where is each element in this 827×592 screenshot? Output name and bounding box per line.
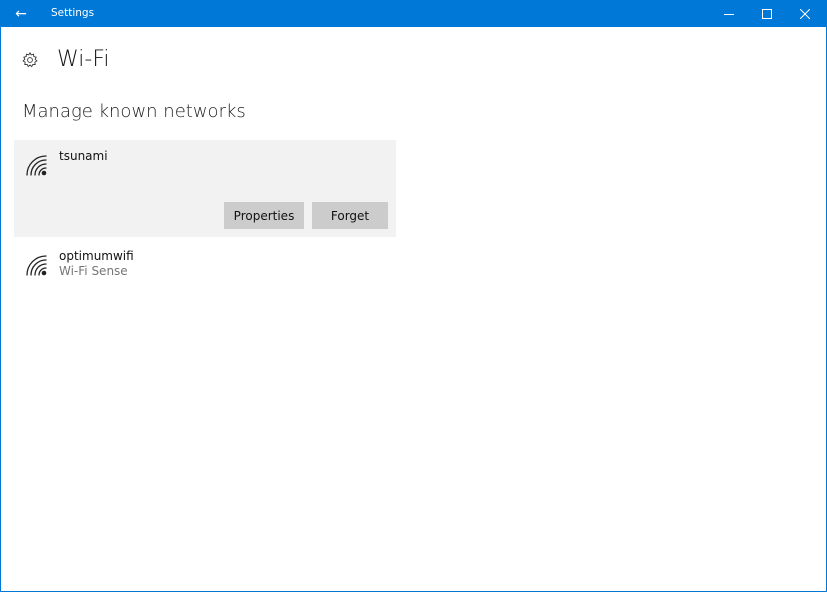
network-item-tsunami[interactable]: tsunami Properties Forget: [14, 140, 396, 237]
wifi-signal-icon: [26, 155, 47, 176]
forget-button[interactable]: Forget: [312, 202, 388, 229]
maximize-button[interactable]: [748, 0, 786, 27]
page-header: Wi-Fi: [20, 46, 110, 74]
maximize-icon: [762, 8, 772, 19]
title-bar: ← Settings: [1, 0, 826, 27]
settings-window: ← Settings Wi-Fi Manage known networks t…: [0, 0, 827, 592]
network-name: tsunami: [59, 149, 108, 163]
close-icon: [800, 8, 810, 19]
minimize-icon: [724, 13, 734, 15]
network-item-optimumwifi[interactable]: optimumwifi Wi-Fi Sense: [14, 240, 396, 290]
network-subtitle: Wi-Fi Sense: [59, 264, 128, 278]
back-button[interactable]: ←: [1, 0, 41, 27]
properties-button[interactable]: Properties: [224, 202, 304, 229]
section-title: Manage known networks: [22, 101, 246, 122]
gear-icon: [20, 50, 40, 70]
wifi-signal-icon: [26, 255, 47, 276]
back-arrow-icon: ←: [15, 5, 27, 22]
minimize-button[interactable]: [710, 0, 748, 27]
app-title: Settings: [51, 7, 95, 19]
close-button[interactable]: [786, 0, 824, 27]
page-title: Wi-Fi: [57, 47, 110, 72]
network-name: optimumwifi: [59, 249, 134, 263]
